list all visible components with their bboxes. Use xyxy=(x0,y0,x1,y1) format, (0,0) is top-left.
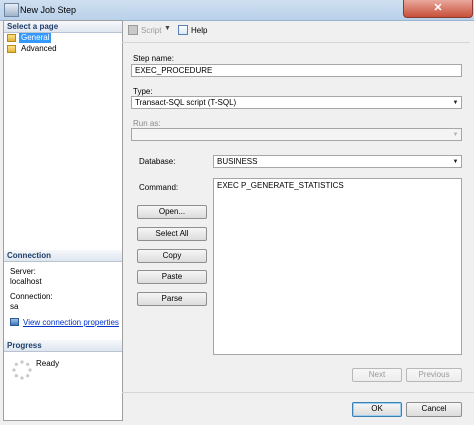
progress-status: Ready xyxy=(36,359,60,368)
footer-divider xyxy=(122,392,474,393)
app-icon xyxy=(4,3,19,17)
connection-value: sa xyxy=(10,302,19,311)
previous-button[interactable]: Previous xyxy=(406,368,462,382)
help-button[interactable]: Help xyxy=(191,26,207,35)
database-select[interactable]: BUSINESS ▼ xyxy=(213,155,462,168)
progress-header: Progress xyxy=(4,340,122,352)
command-textarea[interactable]: EXEC P_GENERATE_STATISTICS xyxy=(213,178,462,355)
cancel-button[interactable]: Cancel xyxy=(406,402,462,417)
select-all-button[interactable]: Select All xyxy=(137,227,207,241)
page-icon xyxy=(7,34,16,42)
server-label: Server: xyxy=(10,267,36,276)
progress-spinner-icon xyxy=(12,360,32,380)
paste-button[interactable]: Paste xyxy=(137,270,207,284)
ok-button[interactable]: OK xyxy=(352,402,402,417)
type-select[interactable]: Transact-SQL script (T-SQL) ▼ xyxy=(131,96,462,109)
script-icon xyxy=(128,25,138,35)
window-title: New Job Step xyxy=(20,5,77,15)
page-item-advanced[interactable]: Advanced xyxy=(7,44,117,54)
parse-button[interactable]: Parse xyxy=(137,292,207,306)
chevron-down-icon: ▼ xyxy=(452,159,459,165)
server-value: localhost xyxy=(10,277,42,286)
select-page-header: Select a page xyxy=(4,21,122,33)
close-button[interactable]: ✕ xyxy=(403,0,473,18)
script-button[interactable]: Script xyxy=(141,26,161,35)
next-button[interactable]: Next xyxy=(352,368,402,382)
page-icon xyxy=(7,45,16,53)
toolbar-divider xyxy=(122,42,470,43)
database-label: Database: xyxy=(139,157,176,166)
type-label: Type: xyxy=(133,87,153,96)
page-item-label: Advanced xyxy=(21,44,57,53)
toolbar xyxy=(122,20,474,42)
help-icon xyxy=(178,25,188,35)
database-select-value: BUSINESS xyxy=(217,157,258,166)
chevron-down-icon: ▼ xyxy=(452,132,459,138)
copy-button[interactable]: Copy xyxy=(137,249,207,263)
connection-properties-icon xyxy=(10,318,19,326)
run-as-select[interactable]: ▼ xyxy=(131,128,462,141)
step-name-label: Step name: xyxy=(133,54,174,63)
view-connection-properties-link[interactable]: View connection properties xyxy=(23,318,119,327)
step-name-input[interactable]: EXEC_PROCEDURE xyxy=(131,64,462,77)
chevron-down-icon: ▼ xyxy=(452,100,459,106)
run-as-label: Run as: xyxy=(133,119,161,128)
command-label: Command: xyxy=(139,183,179,192)
type-select-value: Transact-SQL script (T-SQL) xyxy=(135,98,237,107)
script-dropdown-arrow-icon[interactable]: ▼ xyxy=(164,25,171,32)
page-item-label: General xyxy=(19,33,52,43)
page-item-general[interactable]: General xyxy=(7,33,117,43)
connection-header: Connection xyxy=(4,250,122,262)
open-button[interactable]: Open... xyxy=(137,205,207,219)
left-panel: Select a page General Advanced Connectio… xyxy=(3,20,123,421)
connection-label: Connection: xyxy=(10,292,53,301)
